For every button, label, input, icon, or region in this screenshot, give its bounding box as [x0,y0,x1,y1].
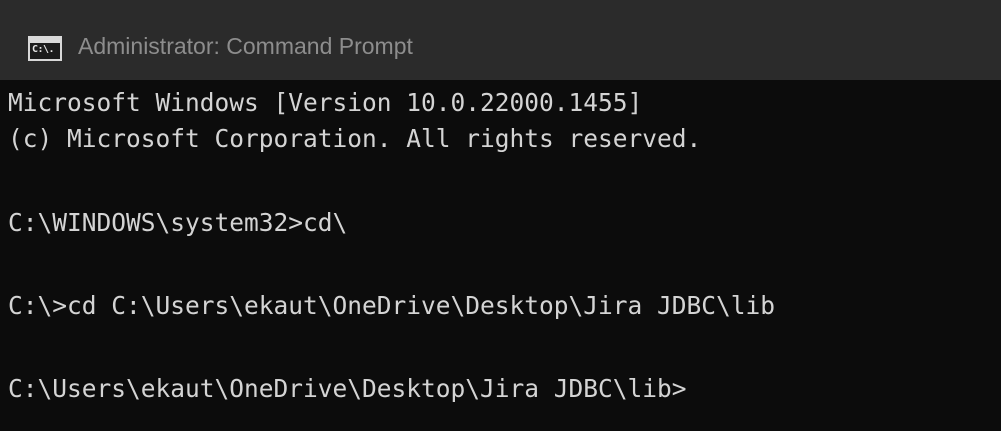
console-line-version: Microsoft Windows [Version 10.0.22000.14… [8,88,643,117]
console-line-cd-path: C:\>cd C:\Users\ekaut\OneDrive\Desktop\J… [8,291,776,320]
console-line-prompt[interactable]: C:\Users\ekaut\OneDrive\Desktop\Jira JDB… [8,374,687,404]
window-title: Administrator: Command Prompt [78,33,413,59]
command-prompt-window: C:\. Administrator: Command Prompt Micro… [0,0,1004,431]
console-output[interactable]: Microsoft Windows [Version 10.0.22000.14… [0,86,1001,431]
console-line-copyright: (c) Microsoft Corporation. All rights re… [8,124,702,153]
cmd-icon: C:\. [28,36,62,61]
title-bar[interactable]: C:\. Administrator: Command Prompt [0,0,1001,80]
console-line-cd-root: C:\WINDOWS\system32>cd\ [8,208,348,237]
cmd-icon-glyph: C:\. [32,44,55,55]
cmd-icon-bar [30,38,60,43]
